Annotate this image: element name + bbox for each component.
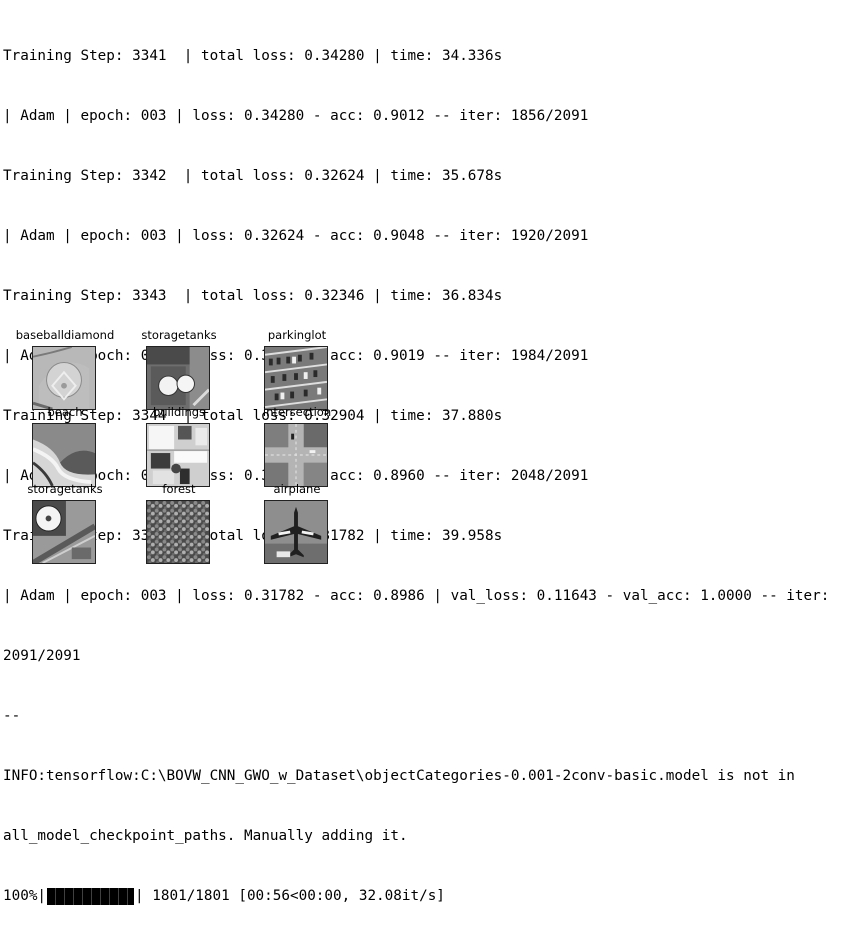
baseball-diamond-aerial-icon — [32, 346, 96, 410]
log-line: INFO:tensorflow:C:\BOVW_CNN_GWO_w_Datase… — [3, 768, 795, 784]
log-line: all_model_checkpoint_paths. Manually add… — [3, 828, 408, 844]
sample-image-grid: baseballdiamond storagetanks parkinglot … — [0, 328, 360, 571]
progress-bar-fill — [47, 887, 135, 905]
log-line: | Adam | epoch: 003 | loss: 0.31782 - ac… — [3, 588, 830, 604]
image-cell: storagetanks — [0, 482, 130, 564]
image-label: beach — [47, 405, 83, 419]
image-label: storagetanks — [27, 482, 103, 496]
progress-bar-line: 100%| | 1801/1801 [00:56<00:00, 32.08it/… — [3, 886, 863, 906]
storage-tank-aerial-icon — [32, 500, 96, 564]
log-line: 2091/2091 — [3, 648, 81, 664]
image-label: forest — [162, 482, 196, 496]
log-line: Training Step: 3343 | total loss: 0.3234… — [3, 288, 503, 304]
image-label: parkinglot — [267, 328, 327, 342]
forest-aerial-icon — [146, 500, 210, 564]
airplane-aerial-icon — [264, 500, 328, 564]
image-cell: buildings — [114, 405, 244, 487]
progress-status: | 1801/1801 [00:56<00:00, 32.08it/s] — [135, 888, 445, 904]
progress-percent: 100%| — [3, 888, 47, 904]
image-cell: forest — [114, 482, 244, 564]
image-label: storagetanks — [141, 328, 217, 342]
storage-tanks-aerial-icon — [146, 346, 210, 410]
buildings-aerial-icon — [146, 423, 210, 487]
image-cell: parkinglot — [232, 328, 362, 410]
log-line: | Adam | epoch: 003 | loss: 0.32624 - ac… — [3, 228, 589, 244]
log-line: | Adam | epoch: 003 | loss: 0.34280 - ac… — [3, 108, 589, 124]
intersection-aerial-icon — [264, 423, 328, 487]
log-line: Training Step: 3342 | total loss: 0.3262… — [3, 168, 503, 184]
log-line: Training Step: 3341 | total loss: 0.3428… — [3, 48, 503, 64]
image-label: baseballdiamond — [15, 328, 115, 342]
image-label: intersection — [262, 405, 332, 419]
log-line: -- — [3, 708, 21, 724]
image-cell: storagetanks — [114, 328, 244, 410]
parking-lot-aerial-icon — [264, 346, 328, 410]
image-cell: baseballdiamond — [0, 328, 130, 410]
image-label: buildings — [152, 405, 206, 419]
image-cell: beach — [0, 405, 130, 487]
image-cell: airplane — [232, 482, 362, 564]
beach-aerial-icon — [32, 423, 96, 487]
image-label: airplane — [273, 482, 321, 496]
image-cell: intersection — [232, 405, 362, 487]
